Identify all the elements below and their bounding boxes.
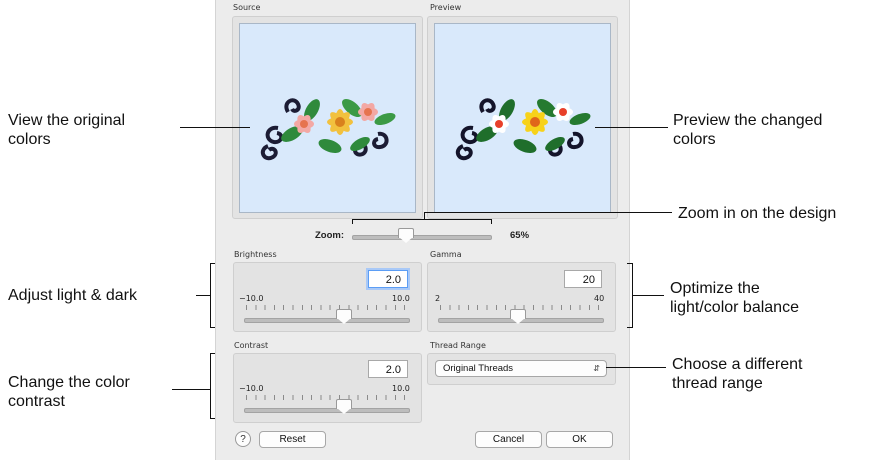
callout-text: contrast: [8, 393, 65, 410]
callout-leader: [424, 212, 672, 213]
callout-leader: [632, 295, 664, 296]
callout-bracket: [210, 353, 215, 354]
contrast-group: 2.0 −10.0 10.0: [233, 353, 422, 423]
contrast-title: Contrast: [234, 341, 269, 350]
contrast-min: −10.0: [239, 384, 264, 393]
preview-canvas: [434, 23, 611, 213]
brightness-max: 10.0: [392, 294, 410, 303]
source-title: Source: [233, 3, 261, 12]
brightness-slider-track[interactable]: [244, 318, 410, 323]
brightness-ticks: [246, 305, 406, 310]
zoom-slider-track[interactable]: [352, 235, 492, 240]
brightness-group: 2.0 −10.0 10.0: [233, 262, 422, 332]
callout-bracket: [210, 353, 211, 419]
flower-garland: [260, 98, 396, 161]
brightness-min: −10.0: [239, 294, 264, 303]
callout-preview-changed: Preview the changed colors: [673, 111, 822, 149]
callout-leader: [606, 367, 666, 368]
zoom-value: 65%: [510, 230, 530, 241]
thread-range-group: Original Threads ⇵: [427, 353, 616, 385]
gamma-title: Gamma: [430, 250, 462, 259]
callout-leader: [424, 212, 425, 219]
source-canvas: [239, 23, 416, 213]
contrast-slider-track[interactable]: [244, 408, 410, 413]
callout-bracket: [210, 418, 215, 419]
embroidery-design-preview: [455, 98, 591, 161]
thread-range-value: Original Threads: [443, 363, 514, 374]
embroidery-design-original: [260, 98, 396, 161]
gamma-min: 2: [435, 294, 441, 303]
callout-bracket: [210, 263, 211, 328]
callout-text: Optimize the: [670, 280, 760, 297]
callout-text: thread range: [672, 375, 763, 392]
preview-well: [427, 16, 618, 219]
callout-leader: [595, 127, 668, 128]
chevron-updown-icon: ⇵: [593, 364, 600, 373]
callout-bracket: [627, 327, 632, 328]
callout-bracket: [352, 219, 492, 220]
contrast-input[interactable]: 2.0: [368, 360, 408, 378]
thread-range-select[interactable]: Original Threads ⇵: [435, 360, 607, 377]
color-adjust-dialog: Source Preview Zoom: 65% Brightness 2.0 …: [216, 0, 629, 460]
gamma-input[interactable]: 20: [564, 270, 602, 288]
callout-text: Preview the changed: [673, 112, 823, 129]
callout-text: Choose a different: [672, 356, 803, 373]
callout-bracket: [632, 263, 633, 328]
callout-optimize: Optimize the light/color balance: [670, 279, 799, 317]
callout-zoom: Zoom in on the design: [678, 205, 837, 222]
help-icon[interactable]: ?: [235, 431, 251, 447]
cancel-button[interactable]: Cancel: [475, 431, 542, 448]
callout-text: colors: [8, 131, 51, 148]
callout-text: View the original: [8, 112, 126, 129]
callout-view-original: View the original colors: [8, 111, 125, 149]
ok-button[interactable]: OK: [546, 431, 613, 448]
callout-text: light/color balance: [670, 299, 799, 316]
callout-bracket: [210, 327, 215, 328]
callout-bracket: [491, 219, 492, 224]
contrast-max: 10.0: [392, 384, 410, 393]
callout-leader: [172, 389, 210, 390]
callout-contrast: Change the color contrast: [8, 373, 130, 411]
source-well: [232, 16, 423, 219]
brightness-input[interactable]: 2.0: [368, 270, 408, 288]
brightness-title: Brightness: [234, 250, 277, 259]
thread-range-title: Thread Range: [430, 341, 486, 350]
callout-text: colors: [673, 131, 716, 148]
callout-bracket: [210, 263, 215, 264]
flower-garland-preview: [455, 98, 591, 161]
callout-text: Change the color: [8, 374, 130, 391]
zoom-label: Zoom:: [315, 230, 345, 241]
callout-leader: [196, 295, 210, 296]
gamma-max: 40: [594, 294, 605, 303]
callout-thread-range: Choose a different thread range: [672, 355, 802, 393]
preview-title: Preview: [430, 3, 462, 12]
callout-bracket: [352, 219, 353, 224]
reset-button[interactable]: Reset: [259, 431, 326, 448]
callout-bracket: [627, 263, 632, 264]
callout-leader: [180, 127, 250, 128]
callout-adjust-light: Adjust light & dark: [8, 287, 137, 304]
contrast-ticks: [246, 395, 406, 400]
gamma-group: 20 2 40: [427, 262, 616, 332]
